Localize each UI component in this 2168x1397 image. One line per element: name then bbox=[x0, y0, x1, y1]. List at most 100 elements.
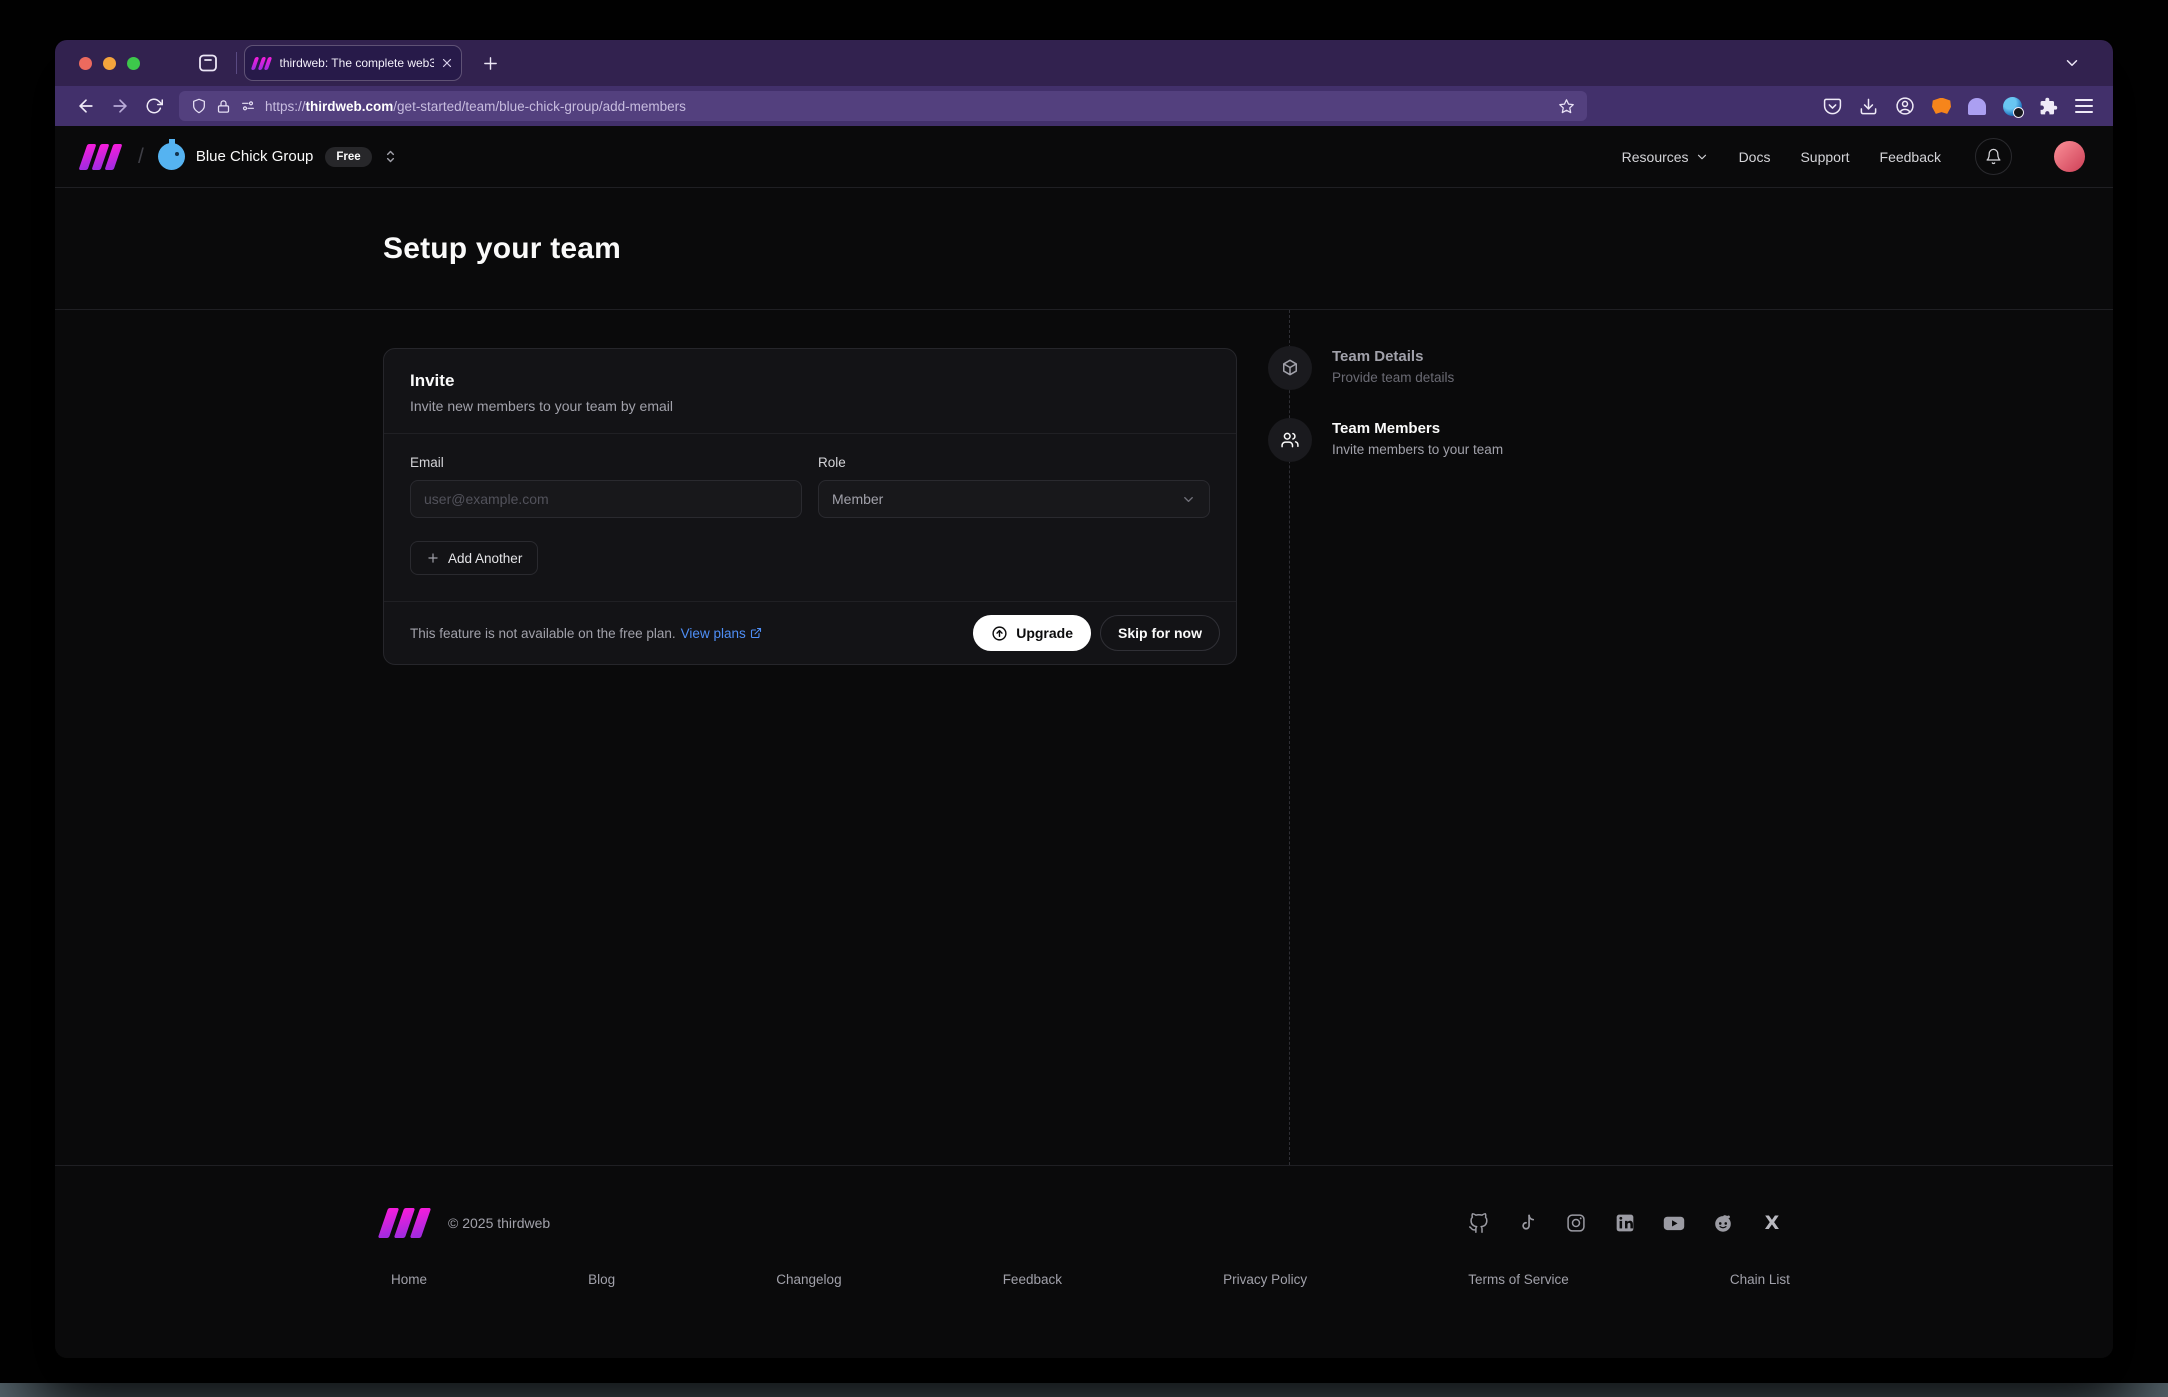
bell-icon bbox=[1986, 148, 2001, 165]
team-switcher-icon[interactable] bbox=[382, 148, 399, 165]
nav-feedback[interactable]: Feedback bbox=[1880, 149, 1941, 165]
thirdweb-site: / Blue Chick Group Free Resources Docs S… bbox=[55, 126, 2113, 1358]
skip-for-now-button[interactable]: Skip for now bbox=[1100, 615, 1220, 651]
role-label: Role bbox=[818, 455, 846, 470]
page-title-band: Setup your team bbox=[55, 188, 2113, 310]
url-text: https://thirdweb.com/get-started/team/bl… bbox=[265, 98, 686, 114]
page-title: Setup your team bbox=[383, 231, 622, 265]
github-icon[interactable] bbox=[1467, 1212, 1489, 1234]
chevron-down-icon bbox=[1697, 154, 1706, 159]
users-icon bbox=[1268, 418, 1312, 462]
email-field-group: Email bbox=[410, 455, 802, 518]
footer-link-privacy-policy[interactable]: Privacy Policy bbox=[1223, 1272, 1307, 1287]
invite-card-header: Invite Invite new members to your team b… bbox=[384, 349, 1236, 434]
footer-link-feedback[interactable]: Feedback bbox=[1003, 1272, 1062, 1287]
nav-docs[interactable]: Docs bbox=[1739, 149, 1771, 165]
tab-separator bbox=[236, 52, 237, 74]
phantom-icon[interactable] bbox=[1968, 97, 1986, 115]
tab-title: thirdweb: The complete web3 d bbox=[279, 56, 435, 70]
thirdweb-footer-logo-icon bbox=[377, 1208, 432, 1238]
main-content: Invite Invite new members to your team b… bbox=[55, 310, 2113, 1165]
breadcrumb-slash: / bbox=[138, 144, 144, 168]
step-team-details: Team Details Provide team details bbox=[1268, 346, 1503, 390]
x-twitter-icon[interactable]: X bbox=[1761, 1212, 1783, 1234]
downloads-icon[interactable] bbox=[1859, 97, 1878, 116]
setup-stepper: Team Details Provide team details Team M… bbox=[1268, 346, 1503, 462]
browser-tab-bar: thirdweb: The complete web3 d bbox=[55, 40, 2113, 86]
notifications-button[interactable] bbox=[1975, 138, 2012, 175]
linkedin-icon[interactable] bbox=[1614, 1212, 1636, 1234]
thirdweb-logo-icon[interactable] bbox=[78, 143, 123, 170]
nav-support[interactable]: Support bbox=[1800, 149, 1849, 165]
view-plans-link[interactable]: View plans bbox=[681, 626, 762, 641]
cube-icon bbox=[1268, 346, 1312, 390]
role-select[interactable]: Member bbox=[818, 480, 1210, 518]
account-icon[interactable] bbox=[1895, 96, 1915, 116]
invite-title: Invite bbox=[410, 371, 455, 390]
youtube-icon[interactable] bbox=[1663, 1212, 1685, 1234]
upgrade-button[interactable]: Upgrade bbox=[973, 615, 1091, 651]
invite-card: Invite Invite new members to your team b… bbox=[383, 348, 1237, 665]
step-desc: Invite members to your team bbox=[1332, 442, 1504, 457]
plus-icon bbox=[428, 553, 438, 563]
lock-icon[interactable] bbox=[216, 99, 231, 114]
external-link-icon bbox=[750, 627, 761, 639]
instagram-icon[interactable] bbox=[1565, 1212, 1587, 1234]
list-all-tabs-icon[interactable] bbox=[2063, 54, 2081, 72]
email-label: Email bbox=[410, 455, 444, 470]
wallet-extension-icon[interactable] bbox=[2003, 96, 2024, 118]
chevron-down-icon bbox=[1181, 492, 1196, 507]
forward-icon[interactable] bbox=[103, 91, 137, 121]
user-avatar[interactable] bbox=[2054, 141, 2085, 172]
social-links: X bbox=[1467, 1212, 1783, 1234]
minimize-window-button[interactable] bbox=[103, 56, 116, 70]
step-desc: Provide team details bbox=[1332, 370, 1455, 385]
free-plan-notice: This feature is not available on the fre… bbox=[410, 625, 676, 641]
invite-card-body: Email Role Member bbox=[384, 434, 1236, 601]
role-field-group: Role Member bbox=[818, 455, 1210, 518]
extensions-puzzle-icon[interactable] bbox=[2039, 97, 2058, 116]
footer-link-home[interactable]: Home bbox=[391, 1272, 427, 1287]
reddit-icon[interactable] bbox=[1712, 1212, 1734, 1234]
close-window-button[interactable] bbox=[79, 56, 92, 70]
footer-link-blog[interactable]: Blog bbox=[588, 1272, 615, 1287]
browser-window: thirdweb: The complete web3 d https://th… bbox=[55, 40, 2113, 1358]
tiktok-icon[interactable] bbox=[1516, 1212, 1538, 1234]
pocket-icon[interactable] bbox=[1823, 97, 1842, 116]
footer-links: Home Blog Changelog Feedback Privacy Pol… bbox=[391, 1272, 1790, 1287]
desktop-background-edge bbox=[0, 1383, 2168, 1397]
tab-close-icon[interactable] bbox=[441, 57, 453, 69]
metamask-icon[interactable] bbox=[1932, 97, 1951, 114]
reload-icon[interactable] bbox=[137, 91, 171, 121]
firefox-view-icon[interactable] bbox=[196, 51, 220, 75]
traffic-lights bbox=[79, 56, 140, 70]
add-another-button[interactable]: Add Another bbox=[410, 541, 539, 575]
new-tab-button[interactable] bbox=[475, 48, 505, 78]
plan-badge: Free bbox=[325, 146, 372, 167]
bookmark-star-icon[interactable] bbox=[1558, 98, 1575, 115]
role-select-value: Member bbox=[832, 491, 884, 507]
team-name[interactable]: Blue Chick Group bbox=[196, 148, 314, 165]
team-avatar[interactable] bbox=[157, 139, 185, 170]
footer-link-changelog[interactable]: Changelog bbox=[776, 1272, 841, 1287]
footer-link-terms-of-service[interactable]: Terms of Service bbox=[1468, 1272, 1569, 1287]
circle-arrow-up-icon bbox=[992, 625, 1007, 641]
site-footer: © 2025 thirdweb X Home Blog Changelog Fe… bbox=[55, 1165, 2113, 1358]
browser-address-toolbar: https://thirdweb.com/get-started/team/bl… bbox=[55, 86, 2113, 126]
step-title: Team Details bbox=[1332, 348, 1424, 365]
step-team-members: Team Members Invite members to your team bbox=[1268, 418, 1503, 462]
email-input[interactable] bbox=[410, 480, 802, 518]
invite-subtitle: Invite new members to your team by email bbox=[410, 398, 673, 414]
back-icon[interactable] bbox=[69, 91, 103, 121]
toolbar-extension-icons bbox=[1823, 96, 2093, 118]
shield-icon[interactable] bbox=[191, 98, 207, 114]
footer-link-chain-list[interactable]: Chain List bbox=[1730, 1272, 1790, 1287]
url-bar[interactable]: https://thirdweb.com/get-started/team/bl… bbox=[179, 91, 1587, 121]
step-title: Team Members bbox=[1332, 420, 1441, 437]
site-header: / Blue Chick Group Free Resources Docs S… bbox=[55, 126, 2113, 188]
menu-icon[interactable] bbox=[2075, 99, 2093, 113]
zoom-window-button[interactable] bbox=[127, 56, 140, 70]
nav-resources[interactable]: Resources bbox=[1622, 149, 1709, 165]
browser-tab-active[interactable]: thirdweb: The complete web3 d bbox=[245, 46, 461, 80]
permissions-sliders-icon[interactable] bbox=[240, 98, 256, 114]
